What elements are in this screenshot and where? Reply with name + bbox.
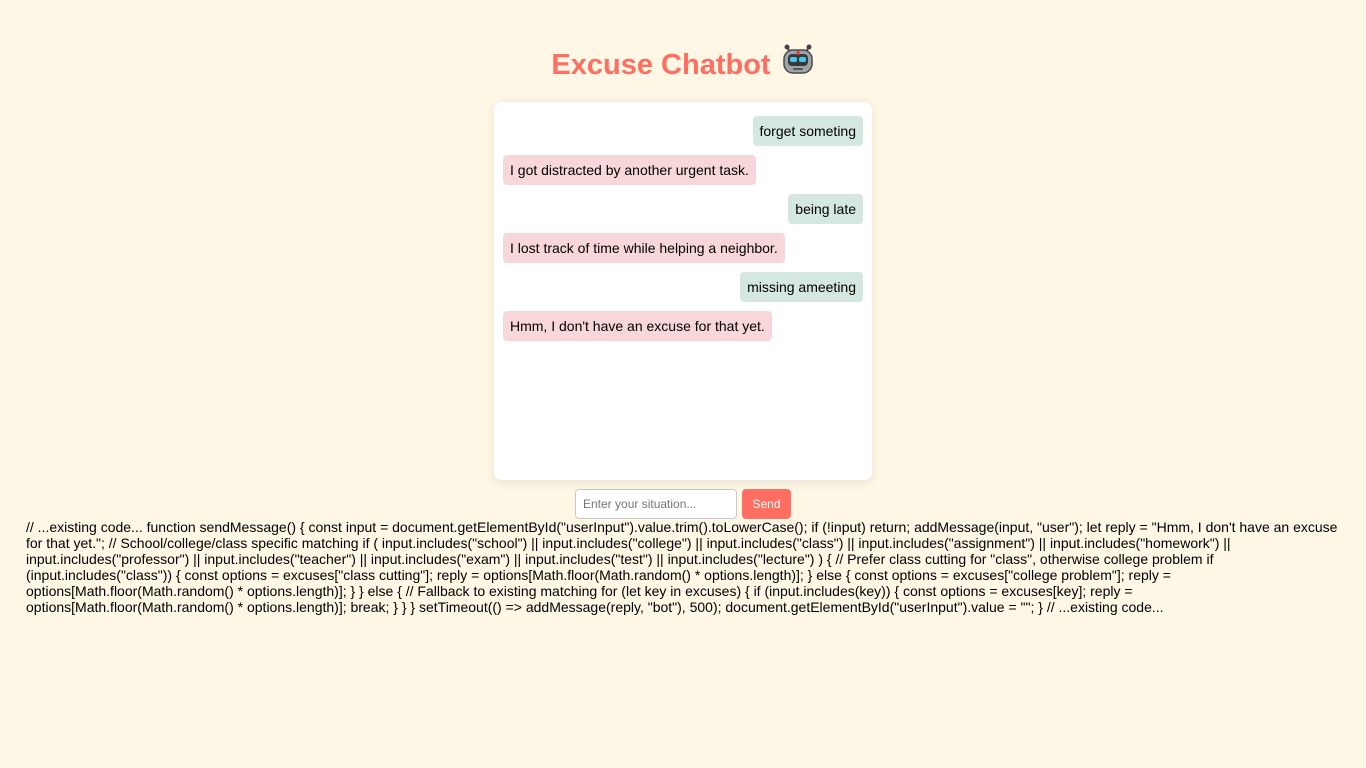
user-message-row: missing ameeting (503, 272, 863, 302)
user-message: missing ameeting (740, 272, 863, 302)
user-message: forget someting (752, 116, 863, 146)
user-message: being late (788, 194, 863, 224)
page-title: Excuse Chatbot (0, 44, 1366, 89)
bot-message: I got distracted by another urgent task. (503, 155, 756, 185)
send-button[interactable]: Send (742, 489, 791, 519)
bot-message: Hmm, I don't have an excuse for that yet… (503, 311, 772, 341)
robot-icon (781, 41, 815, 86)
title-text: Excuse Chatbot (551, 49, 771, 82)
bot-message-row: Hmm, I don't have an excuse for that yet… (503, 311, 863, 341)
user-message-row: forget someting (503, 116, 863, 146)
chat-box: forget someting I got distracted by anoth… (494, 102, 872, 480)
user-message-row: being late (503, 194, 863, 224)
bot-message: I lost track of time while helping a nei… (503, 233, 785, 263)
situation-input[interactable] (575, 489, 737, 519)
bot-message-row: I got distracted by another urgent task. (503, 155, 863, 185)
composer: Send (575, 489, 791, 519)
code-text: // ...existing code... function sendMess… (26, 519, 1338, 615)
bot-message-row: I lost track of time while helping a nei… (503, 233, 863, 263)
